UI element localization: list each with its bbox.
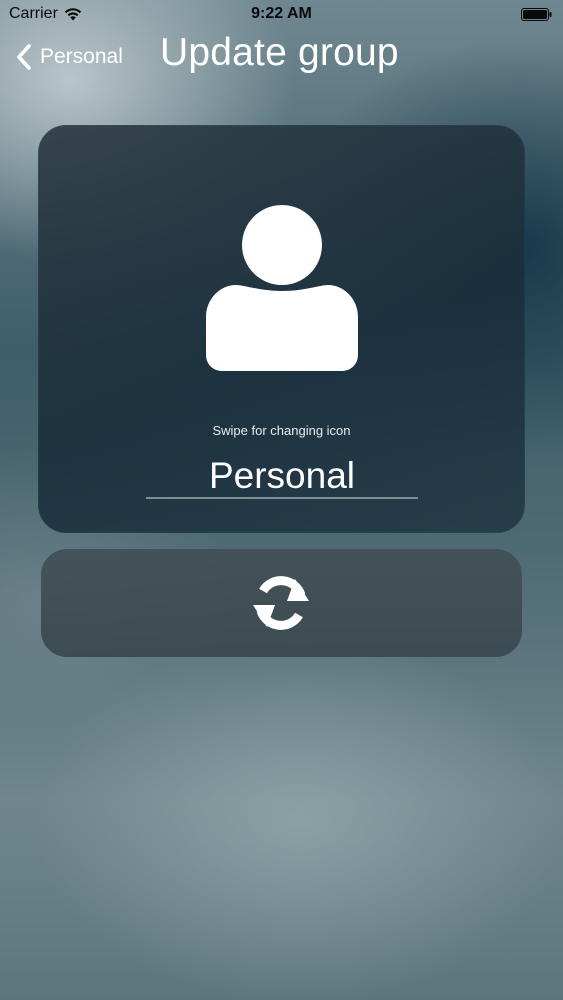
- status-bar: Carrier 9:22 AM: [0, 0, 563, 30]
- group-icon-card[interactable]: Swipe for changing icon: [38, 125, 525, 533]
- status-time: 9:22 AM: [251, 5, 312, 22]
- chevron-left-icon: [17, 44, 31, 70]
- back-button-label: Personal: [40, 45, 123, 68]
- page-title: Update group: [160, 31, 399, 74]
- battery-icon: [521, 8, 552, 21]
- refresh-icon: [253, 576, 309, 630]
- person-icon: [206, 205, 358, 371]
- swipe-hint-label: Swipe for changing icon: [212, 423, 351, 438]
- refresh-button[interactable]: [41, 549, 522, 657]
- group-name-input[interactable]: [146, 455, 418, 499]
- back-button[interactable]: Personal: [14, 40, 123, 74]
- navigation-bar: Personal Update group: [0, 30, 563, 86]
